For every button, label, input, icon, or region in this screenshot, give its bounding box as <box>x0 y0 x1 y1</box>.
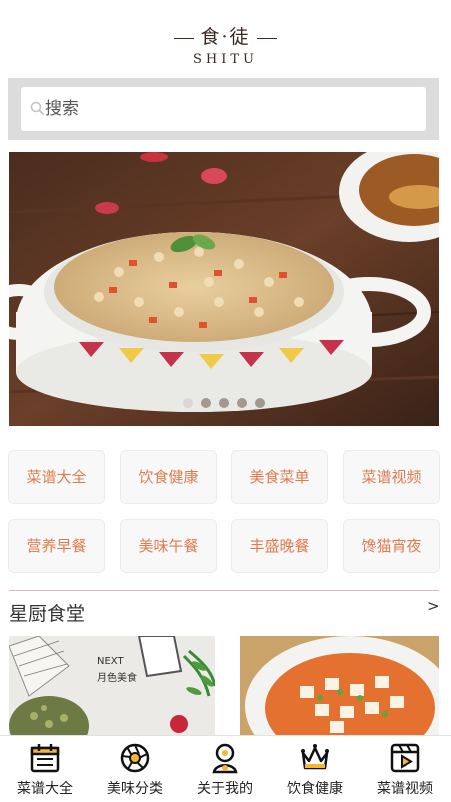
app-logo: 食·徒 SHITU <box>0 0 451 78</box>
calendar-icon <box>30 744 60 773</box>
section-title: 星厨食堂 <box>9 603 86 625</box>
search-box[interactable] <box>21 87 426 131</box>
carousel-dot[interactable] <box>237 398 247 408</box>
carousel-dot[interactable] <box>219 398 229 408</box>
section-more-link[interactable]: > <box>427 597 440 615</box>
tab-recipe-video[interactable]: 菜谱视频 <box>360 736 450 802</box>
category-late-night[interactable]: 馋猫宵夜 <box>343 519 440 573</box>
person-icon <box>212 743 238 774</box>
tab-label: 菜谱视频 <box>377 781 433 797</box>
tab-recipes[interactable]: 菜谱大全 <box>0 736 90 802</box>
category-recipe-video[interactable]: 菜谱视频 <box>343 450 440 504</box>
tab-diet-health[interactable]: 饮食健康 <box>270 736 360 802</box>
logo-dot: · <box>221 26 230 48</box>
logo-chinese: 食·徒 <box>0 22 451 49</box>
search-bar <box>8 78 439 140</box>
aperture-icon <box>120 743 150 773</box>
carousel-indicators <box>9 393 439 412</box>
search-icon <box>30 101 44 115</box>
tab-label: 关于我的 <box>197 781 253 797</box>
tab-label: 菜谱大全 <box>17 781 73 797</box>
category-dinner[interactable]: 丰盛晚餐 <box>231 519 328 573</box>
bottom-tab-bar: 菜谱大全 美味分类 关于我的 饮食健康 菜谱视频 <box>0 735 451 802</box>
logo-dash-right <box>256 37 277 39</box>
category-food-menu[interactable]: 美食菜单 <box>231 450 328 504</box>
logo-english: SHITU <box>192 52 258 67</box>
logo-char-1: 食 <box>200 26 222 48</box>
category-diet-health[interactable]: 饮食健康 <box>120 450 217 504</box>
category-lunch[interactable]: 美味午餐 <box>120 519 217 573</box>
category-recipes[interactable]: 菜谱大全 <box>8 450 105 504</box>
category-breakfast[interactable]: 营养早餐 <box>8 519 105 573</box>
banner-carousel[interactable] <box>9 152 439 426</box>
tab-categories[interactable]: 美味分类 <box>90 736 180 802</box>
search-input[interactable] <box>45 87 415 131</box>
logo-char-2: 徒 <box>229 26 251 48</box>
carousel-dot[interactable] <box>255 398 265 408</box>
banner-image <box>9 152 439 426</box>
crown-icon <box>301 744 329 770</box>
carousel-dot[interactable] <box>183 398 193 408</box>
recipe-card-tag-cn: 月色美食 <box>97 673 137 684</box>
logo-dash-left <box>174 37 195 39</box>
recipe-card-image <box>9 636 215 736</box>
carousel-dot[interactable] <box>201 398 211 408</box>
recipe-card[interactable]: NEXT 月色美食 <box>9 636 215 736</box>
section-divider <box>9 590 439 591</box>
tab-about-me[interactable]: 关于我的 <box>180 736 270 802</box>
tab-label: 饮食健康 <box>287 781 343 797</box>
tab-label: 美味分类 <box>107 781 163 797</box>
recipe-card-tag-en: NEXT <box>97 656 124 667</box>
recipe-card[interactable] <box>240 636 439 736</box>
video-icon <box>390 743 420 773</box>
recipe-card-image <box>240 636 439 736</box>
